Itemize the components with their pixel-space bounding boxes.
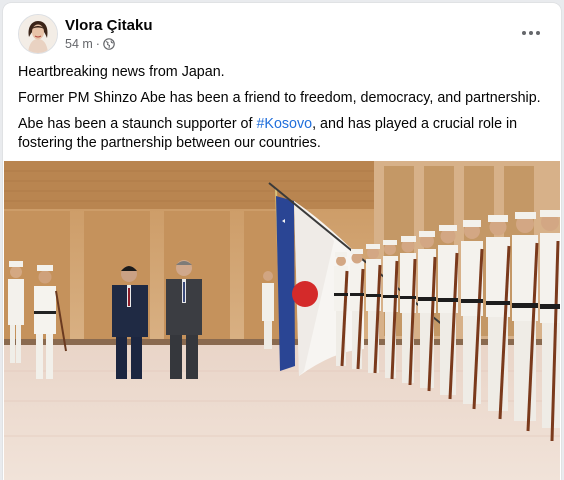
globe-icon[interactable] (103, 38, 115, 50)
post-text-line-1: Heartbreaking news from Japan. (18, 64, 225, 80)
post-meta: 54 m · (65, 37, 115, 51)
more-options-icon[interactable] (519, 23, 543, 43)
post-text-segment: Abe has been a staunch supporter of (18, 116, 257, 132)
post-text: Heartbreaking news from Japan. Former PM… (18, 63, 548, 160)
author-avatar[interactable] (18, 14, 58, 54)
post-photo[interactable] (4, 161, 560, 480)
post-header: Vlora Çitaku 54 m · (3, 3, 561, 63)
post-text-line-2: Former PM Shinzo Abe has been a friend t… (18, 90, 541, 106)
meta-separator: · (95, 37, 100, 51)
author-name[interactable]: Vlora Çitaku (65, 17, 153, 34)
post-timestamp[interactable]: 54 m (65, 37, 93, 51)
post-text-line-3: Abe has been a staunch supporter of #Kos… (18, 115, 548, 153)
post-card: Vlora Çitaku 54 m · Heartbreaking news f… (3, 3, 561, 480)
hashtag-link[interactable]: #Kosovo (256, 116, 312, 132)
